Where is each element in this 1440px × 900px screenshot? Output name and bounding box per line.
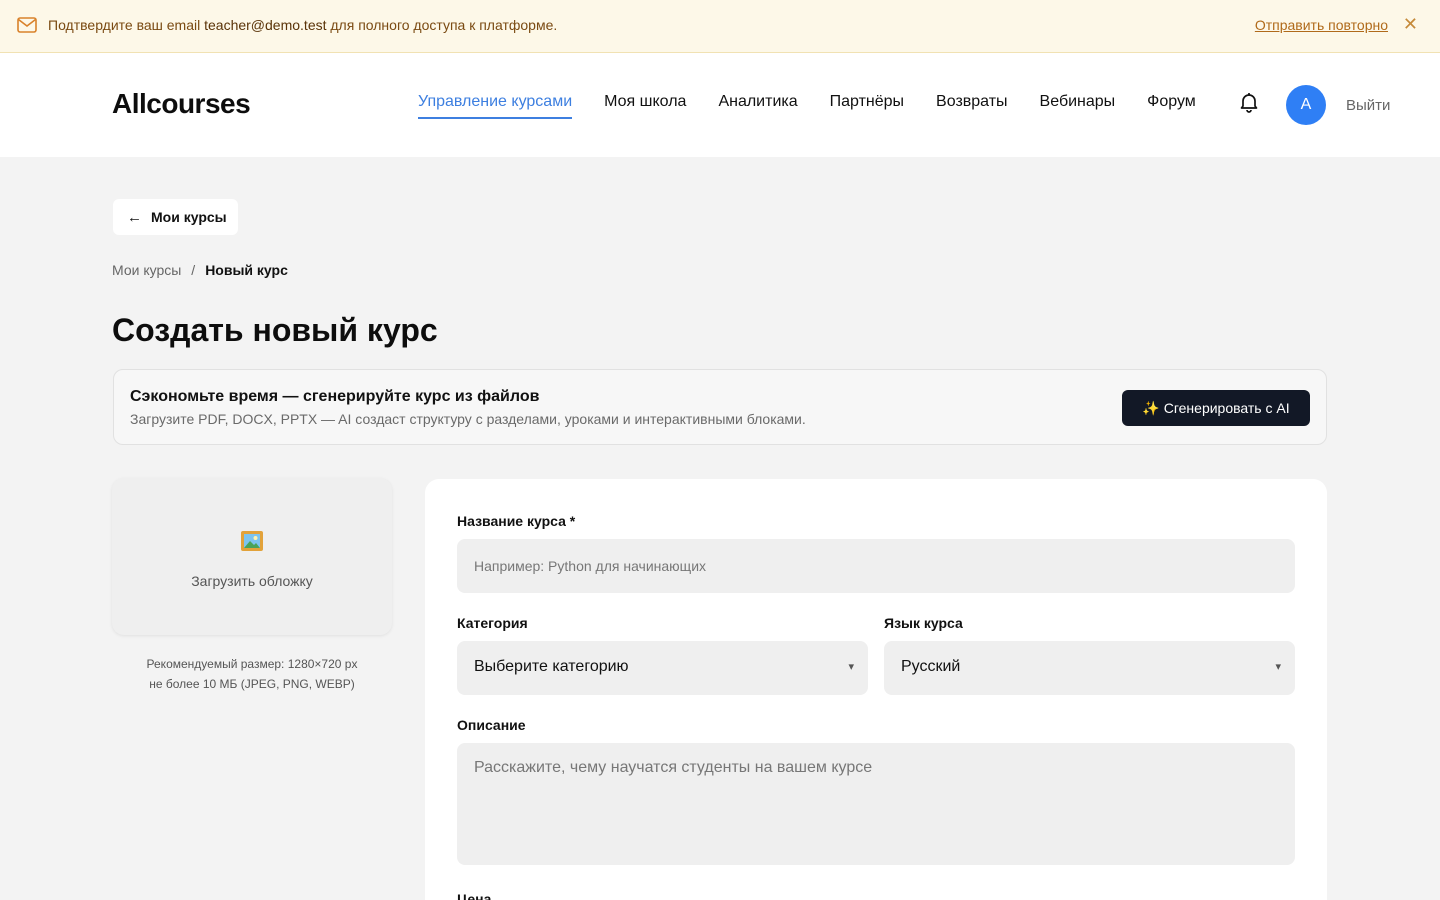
language-value: Русский [901,658,961,675]
back-button-label: Мои курсы [151,209,227,225]
banner-message: Подтвердите ваш email teacher@demo.test … [48,17,557,33]
breadcrumb-parent[interactable]: Мои курсы [112,262,181,278]
cover-upload-label: Загрузить обложку [191,573,313,589]
category-label: Категория [457,615,528,631]
category-value: Выберите категорию [474,658,629,675]
price-label: Цена [457,891,492,900]
page-title: Создать новый курс [112,312,438,348]
cover-hint-format: не более 10 МБ (JPEG, PNG, WEBP) [149,677,355,691]
course-name-input[interactable]: Например: Python для начинающих [457,539,1295,593]
breadcrumb-separator: / [191,262,196,278]
nav-refunds[interactable]: Возвраты [936,93,1008,119]
description-textarea[interactable]: Расскажите, чему научатся студенты на ва… [457,743,1295,865]
logout-button[interactable]: Выйти [1346,97,1390,114]
banner-text-after: для полного доступа к платформе. [326,17,558,33]
resend-link[interactable]: Отправить повторно [1255,17,1388,33]
language-select[interactable]: Русский ▾ [884,641,1295,695]
ai-promo-title: Сэкономьте время — сгенерируйте курс из … [130,388,540,405]
category-select[interactable]: Выберите категорию ▾ [457,641,868,695]
ai-generate-promo: Сэкономьте время — сгенерируйте курс из … [113,369,1327,445]
bell-icon[interactable] [1238,91,1260,113]
arrow-left-icon: ← [127,208,142,226]
email-verification-banner: Подтвердите ваш email teacher@demo.test … [0,0,1440,53]
site-header: Allcourses Управление курсами Моя школа … [0,53,1440,157]
generate-with-ai-button[interactable]: ✨ Сгенерировать с AI [1122,390,1310,426]
cover-hint: Рекомендуемый размер: 1280×720 px не бол… [112,654,392,694]
course-form: Название курса * Например: Python для на… [425,479,1327,900]
cover-upload[interactable]: Загрузить обложку [112,478,392,635]
nav-course-management[interactable]: Управление курсами [418,93,573,119]
breadcrumb-current: Новый курс [205,262,288,278]
course-name-label: Название курса * [457,513,576,529]
nav-webinars[interactable]: Вебинары [1040,93,1116,119]
chevron-down-icon: ▾ [848,661,854,673]
mail-icon [17,17,37,33]
close-icon[interactable]: ✕ [1403,14,1418,34]
main-nav: Управление курсами Моя школа Аналитика П… [418,93,1196,119]
description-label: Описание [457,717,526,733]
cover-hint-size: Рекомендуемый размер: 1280×720 px [146,657,358,671]
language-label: Язык курса [884,615,963,631]
back-to-courses-button[interactable]: ← Мои курсы [113,199,238,235]
chevron-down-icon: ▾ [1275,661,1281,673]
logo[interactable]: Allcourses [112,88,251,120]
ai-promo-subtitle: Загрузите PDF, DOCX, PPTX — AI создаст с… [130,411,806,427]
breadcrumb: Мои курсы / Новый курс [112,262,288,278]
avatar[interactable]: A [1286,85,1326,125]
nav-analytics[interactable]: Аналитика [718,93,797,119]
banner-email: teacher@demo.test [204,17,327,33]
picture-icon [241,531,263,551]
nav-forum[interactable]: Форум [1147,93,1196,119]
nav-my-school[interactable]: Моя школа [604,93,686,119]
banner-text: Подтвердите ваш email [48,17,205,33]
nav-partners[interactable]: Партнёры [830,93,904,119]
